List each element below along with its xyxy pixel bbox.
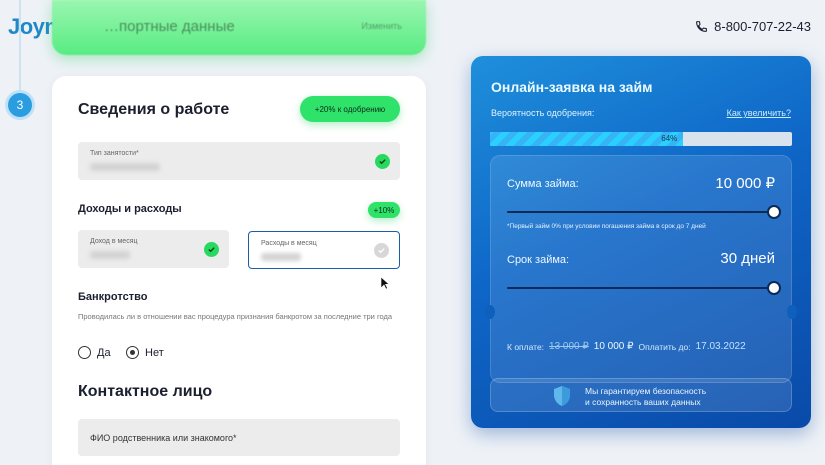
income-section-title: Доходы и расходы — [78, 203, 182, 215]
radio-circle[interactable] — [78, 346, 91, 359]
previous-step-card[interactable]: …портные данные Изменить — [52, 0, 426, 55]
old-amount: 13 000 ₽ — [549, 341, 589, 352]
bankruptcy-question: Проводилась ли в отношении вас процедура… — [78, 312, 393, 321]
monthly-expense-label: Расходы в месяц — [261, 240, 317, 247]
approval-probability-bar: 64% — [490, 132, 792, 146]
pay-until-date: 17.03.2022 — [695, 341, 746, 352]
pay-until-label: Оплатить до: — [638, 341, 691, 352]
step-badge: 3 — [8, 93, 32, 117]
monthly-income-value — [90, 251, 130, 259]
monthly-expense-value — [261, 253, 301, 261]
employment-type-value — [90, 163, 160, 171]
first-loan-note: *Первый займ 0% при условии погашения за… — [507, 223, 706, 230]
phone-icon — [696, 21, 708, 32]
guarantee-line-2: и сохранность ваших данных — [585, 397, 701, 408]
work-info-card: Сведения о работе +20% к одобрению Тип з… — [52, 76, 426, 465]
employment-type-label: Тип занятости* — [90, 150, 139, 157]
approval-boost-badge: +20% к одобрению — [300, 96, 400, 122]
employment-type-field[interactable]: Тип занятости* — [78, 142, 400, 180]
income-boost-badge: +10% — [368, 202, 400, 218]
probability-percent: 64% — [661, 134, 678, 143]
monthly-income-label: Доход в месяц — [90, 238, 138, 245]
previous-step-title: …портные данные — [104, 18, 235, 35]
security-guarantee-box: Мы гарантируем безопасность и сохранност… — [490, 378, 792, 412]
edit-previous-step[interactable]: Изменить — [361, 21, 402, 31]
bankruptcy-no-radio[interactable]: Нет — [126, 346, 164, 359]
loan-amount-label: Сумма займа: — [507, 178, 579, 190]
slider-handle[interactable] — [767, 281, 781, 295]
loan-application-panel: Онлайн-заявка на займ Вероятность одобре… — [471, 56, 811, 428]
new-amount: 10 000 ₽ — [593, 341, 634, 352]
slider-handle[interactable] — [767, 205, 781, 219]
check-icon — [375, 154, 390, 169]
how-to-increase-link[interactable]: Как увеличить? — [727, 108, 791, 118]
loan-term-slider[interactable] — [507, 281, 781, 295]
approval-probability-label: Вероятность одобрения: — [491, 108, 595, 118]
phone-link[interactable]: 8-800-707-22-43 — [695, 19, 811, 34]
contact-name-placeholder: ФИО родственника или знакомого* — [90, 433, 237, 443]
loan-calculator: Сумма займа: 10 000 ₽ *Первый займ 0% пр… — [485, 155, 797, 383]
loan-amount-value: 10 000 ₽ — [715, 175, 775, 192]
bankruptcy-title: Банкротство — [78, 291, 148, 303]
loan-panel-title: Онлайн-заявка на займ — [491, 79, 653, 95]
monthly-expense-field[interactable]: Расходы в месяц — [248, 231, 400, 269]
phone-number: 8-800-707-22-43 — [714, 19, 811, 34]
loan-term-value: 30 дней — [720, 250, 775, 267]
loan-term-label: Срок займа: — [507, 254, 570, 266]
check-icon — [204, 242, 219, 257]
ticket-notch-right — [787, 305, 797, 319]
guarantee-text: Мы гарантируем безопасность и сохранност… — [585, 386, 706, 408]
payment-label: К оплате: — [507, 341, 545, 352]
contact-name-field[interactable]: ФИО родственника или знакомого* — [78, 419, 400, 456]
loan-amount-slider[interactable] — [507, 205, 781, 219]
monthly-income-field[interactable]: Доход в месяц — [78, 230, 229, 268]
shield-icon — [554, 386, 570, 406]
bankruptcy-yes-radio[interactable]: Да — [78, 346, 111, 359]
contact-section-title: Контактное лицо — [78, 383, 213, 400]
probability-fill — [490, 132, 684, 146]
payment-summary: К оплате: 13 000 ₽ 10 000 ₽ Оплатить до:… — [507, 341, 746, 352]
check-icon — [374, 243, 389, 258]
ticket-notch-left — [485, 305, 495, 319]
radio-label: Да — [97, 346, 111, 359]
radio-circle-selected[interactable] — [126, 346, 139, 359]
radio-label: Нет — [145, 346, 164, 359]
mouse-cursor-icon — [380, 276, 390, 290]
guarantee-line-1: Мы гарантируем безопасность — [585, 386, 707, 396]
work-section-title: Сведения о работе — [78, 101, 230, 118]
